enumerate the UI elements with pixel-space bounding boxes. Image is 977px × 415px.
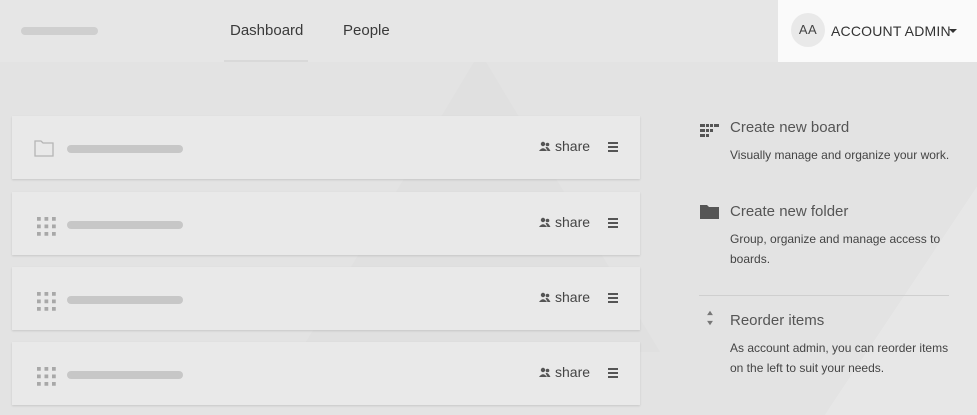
share-label: share (555, 289, 591, 305)
board-grid-icon (37, 217, 56, 236)
top-header: Dashboard People AA ACCOUNT ADMIN (0, 0, 977, 62)
hamburger-menu-icon[interactable] (608, 368, 618, 378)
account-menu-button[interactable]: AA ACCOUNT ADMIN (778, 0, 977, 62)
board-grid-icon (37, 292, 56, 311)
people-icon (539, 217, 551, 227)
folder-icon (34, 140, 54, 157)
hamburger-menu-icon[interactable] (608, 293, 618, 303)
board-grid-icon (37, 367, 56, 386)
divider (699, 295, 949, 296)
reorder-description: As account admin, you can reorder items … (730, 341, 949, 375)
people-icon (539, 292, 551, 302)
share-label: share (555, 138, 591, 154)
share-label: share (555, 214, 591, 230)
create-folder-link[interactable]: Create new folder (730, 203, 848, 220)
board-row[interactable]: share (12, 267, 640, 330)
board-name-placeholder (67, 221, 183, 229)
board-name-placeholder (67, 145, 183, 153)
board-row[interactable]: share (12, 342, 640, 405)
nav-dashboard[interactable]: Dashboard (230, 22, 303, 39)
avatar: AA (791, 13, 825, 47)
folder-icon (700, 205, 719, 219)
reorder-icon (707, 310, 713, 326)
caret-down-icon (949, 29, 957, 33)
account-name: ACCOUNT ADMIN (831, 23, 951, 39)
nav-people[interactable]: People (343, 22, 390, 39)
create-board-link[interactable]: Create new board (730, 119, 849, 136)
share-label: share (555, 364, 591, 380)
create-folder-description: Group, organize and manage access to boa… (730, 232, 941, 266)
board-row-folder[interactable]: share (12, 116, 640, 179)
reorder-title: Reorder items (730, 312, 825, 329)
board-name-placeholder (67, 296, 183, 304)
board-icon (700, 124, 719, 137)
create-board-description: Visually manage and organize your work. (730, 148, 950, 162)
hamburger-menu-icon[interactable] (608, 218, 618, 228)
people-icon (539, 141, 551, 151)
board-name-placeholder (67, 371, 183, 379)
board-row[interactable]: share (12, 192, 640, 255)
logo-placeholder[interactable] (21, 27, 98, 35)
hamburger-menu-icon[interactable] (608, 142, 618, 152)
people-icon (539, 367, 551, 377)
